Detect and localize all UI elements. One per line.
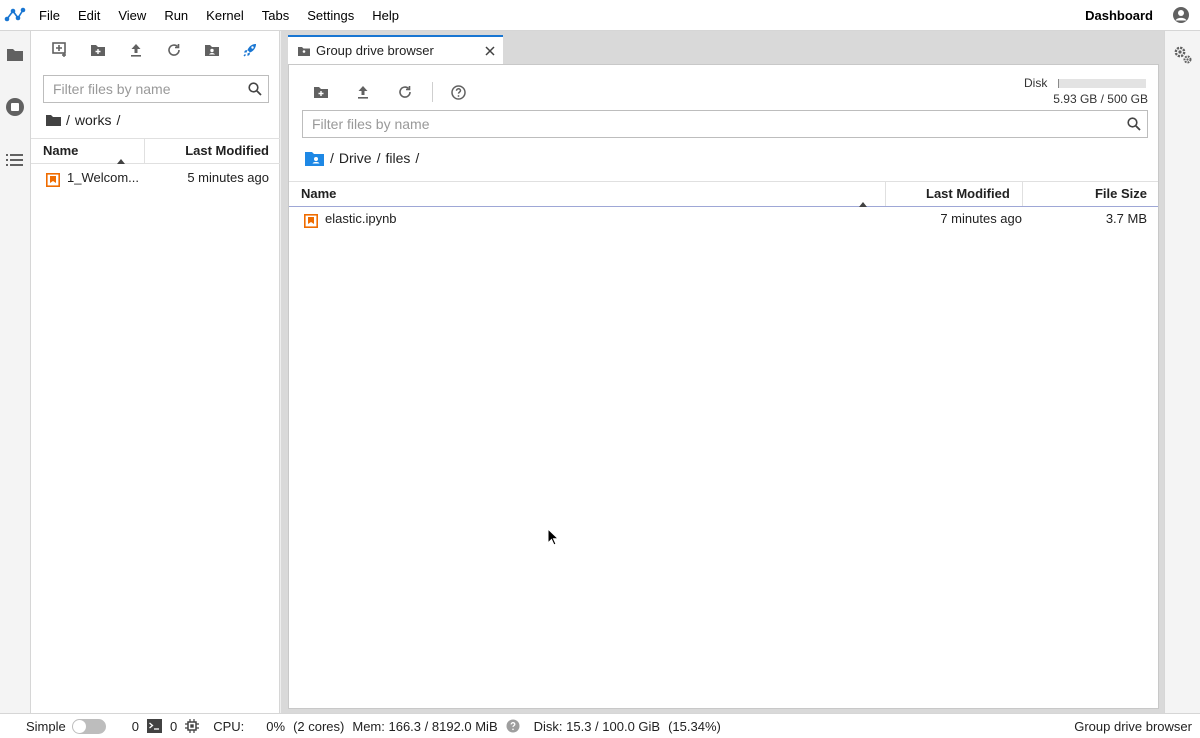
notebook-icon [46, 171, 60, 195]
shared-folder-icon[interactable] [201, 39, 223, 61]
file-size: 3.7 MB [1105, 211, 1147, 226]
menu-edit[interactable]: Edit [69, 0, 109, 31]
folder-icon[interactable] [4, 43, 26, 65]
property-inspector-gears-icon[interactable] [1172, 44, 1194, 66]
column-divider[interactable] [885, 182, 886, 206]
simple-mode-label: Simple [26, 718, 66, 734]
left-activity-bar [0, 31, 31, 713]
file-name: 1_Welcom... [67, 170, 140, 185]
kernels-count[interactable]: 0 [170, 719, 177, 734]
drive-folder-icon [298, 46, 310, 56]
refresh-icon[interactable] [394, 81, 416, 103]
column-file-size[interactable]: File Size [1095, 182, 1147, 206]
disk-label: Disk [1024, 76, 1048, 90]
breadcrumb-folder-icon[interactable] [46, 114, 61, 126]
tab-title: Group drive browser [316, 43, 434, 58]
drive-browser-document: Disk 5.93 GB / 500 GB / Drive / files / … [288, 64, 1159, 709]
column-name[interactable]: Name [43, 139, 78, 163]
upload-icon[interactable] [125, 39, 147, 61]
table-row[interactable]: elastic.ipynb 7 minutes ago 3.7 MB [289, 207, 1158, 231]
left-breadcrumb: / works / [46, 112, 120, 128]
tab-group-drive-browser[interactable]: Group drive browser [288, 35, 503, 64]
user-avatar-icon[interactable] [1172, 6, 1190, 24]
table-of-contents-icon[interactable] [4, 149, 26, 171]
column-divider[interactable] [1022, 182, 1023, 206]
search-icon [1121, 117, 1147, 131]
column-divider[interactable] [144, 139, 145, 163]
toolbar-divider [432, 82, 433, 102]
column-name[interactable]: Name [301, 182, 336, 206]
disk-usage: Disk 5.93 GB / 500 GB [1024, 75, 1148, 106]
menu-right: Dashboard [1085, 6, 1200, 24]
app-logo-icon[interactable] [0, 0, 30, 31]
new-launcher-icon[interactable] [49, 39, 71, 61]
drive-filter-input[interactable] [303, 111, 1121, 137]
main-area: Group drive browser Disk 5.93 GB / 500 G… [281, 31, 1164, 713]
close-icon[interactable] [485, 45, 495, 56]
breadcrumb-sep: / [66, 112, 70, 128]
refresh-icon[interactable] [163, 39, 185, 61]
notebook-icon [304, 212, 318, 236]
file-browser-toolbar [31, 31, 280, 69]
drive-icon[interactable] [305, 151, 324, 166]
menu-view[interactable]: View [109, 0, 155, 31]
disk-usage-bar [1058, 79, 1146, 88]
cpu-cores: (2 cores) [293, 718, 345, 734]
disk-value: 5.93 GB / 500 GB [1053, 92, 1148, 106]
left-file-browser: / works / Name Last Modified 1_Welcom...… [31, 31, 280, 713]
left-list-header: Name Last Modified [31, 138, 280, 164]
simple-mode-toggle[interactable] [71, 718, 106, 734]
column-last-modified[interactable]: Last Modified [185, 139, 269, 163]
column-last-modified[interactable]: Last Modified [926, 182, 1010, 206]
toggle-knob [72, 719, 86, 733]
file-modified: 5 minutes ago [187, 170, 269, 185]
status-bar: Simple 0 0 CPU: 0% (2 cores) Mem: 166.3 … [0, 713, 1200, 738]
disk-usage-status: Disk: 15.3 / 100.0 GiB [533, 718, 661, 734]
terminal-icon[interactable] [146, 719, 162, 733]
drive-breadcrumb: / Drive / files / [305, 150, 419, 166]
new-folder-icon[interactable] [310, 81, 332, 103]
cpu-chip-icon [185, 719, 200, 733]
breadcrumb-files[interactable]: files [385, 150, 410, 166]
file-modified: 7 minutes ago [940, 211, 1022, 226]
breadcrumb-works[interactable]: works [75, 112, 112, 128]
disk-usage-fill [1058, 79, 1060, 88]
left-filter-input[interactable] [44, 76, 242, 102]
help-icon[interactable] [447, 81, 469, 103]
right-activity-bar [1164, 31, 1200, 713]
left-filter-box [43, 75, 269, 103]
disk-percent: (15.34%) [668, 718, 721, 734]
drive-filter-box [302, 110, 1148, 138]
menu-bar: File Edit View Run Kernel Tabs Settings … [0, 0, 1200, 31]
terminals-count[interactable]: 0 [132, 719, 139, 734]
menu-kernel[interactable]: Kernel [197, 0, 253, 31]
list-item[interactable]: 1_Welcom... 5 minutes ago [31, 166, 280, 190]
mouse-cursor-icon [547, 527, 560, 549]
cpu-label: CPU: [213, 718, 245, 734]
breadcrumb-sep: / [376, 150, 381, 166]
memory-usage: Mem: 166.3 / 8192.0 MiB [352, 718, 498, 734]
menu-settings[interactable]: Settings [298, 0, 363, 31]
cpu-value: 0% [266, 718, 286, 734]
breadcrumb-sep: / [415, 150, 420, 166]
file-name: elastic.ipynb [325, 211, 397, 226]
upload-icon[interactable] [352, 81, 374, 103]
sort-ascending-icon [117, 148, 125, 164]
current-activity-label: Group drive browser [1074, 718, 1192, 734]
new-folder-icon[interactable] [87, 39, 109, 61]
breadcrumb-sep: / [116, 112, 121, 128]
drive-list-header: Name Last Modified File Size [289, 181, 1158, 207]
breadcrumb-sep: / [330, 150, 334, 166]
menu-run[interactable]: Run [155, 0, 197, 31]
dashboard-link[interactable]: Dashboard [1085, 8, 1153, 23]
sort-ascending-icon [859, 191, 867, 207]
breadcrumb-drive[interactable]: Drive [339, 150, 372, 166]
menu-help[interactable]: Help [363, 0, 408, 31]
menu-file[interactable]: File [30, 0, 69, 31]
rocket-icon[interactable] [239, 39, 261, 61]
help-circle-icon[interactable] [506, 719, 520, 733]
running-sessions-icon[interactable] [4, 96, 26, 118]
search-icon [242, 82, 268, 96]
menu-tabs[interactable]: Tabs [253, 0, 298, 31]
